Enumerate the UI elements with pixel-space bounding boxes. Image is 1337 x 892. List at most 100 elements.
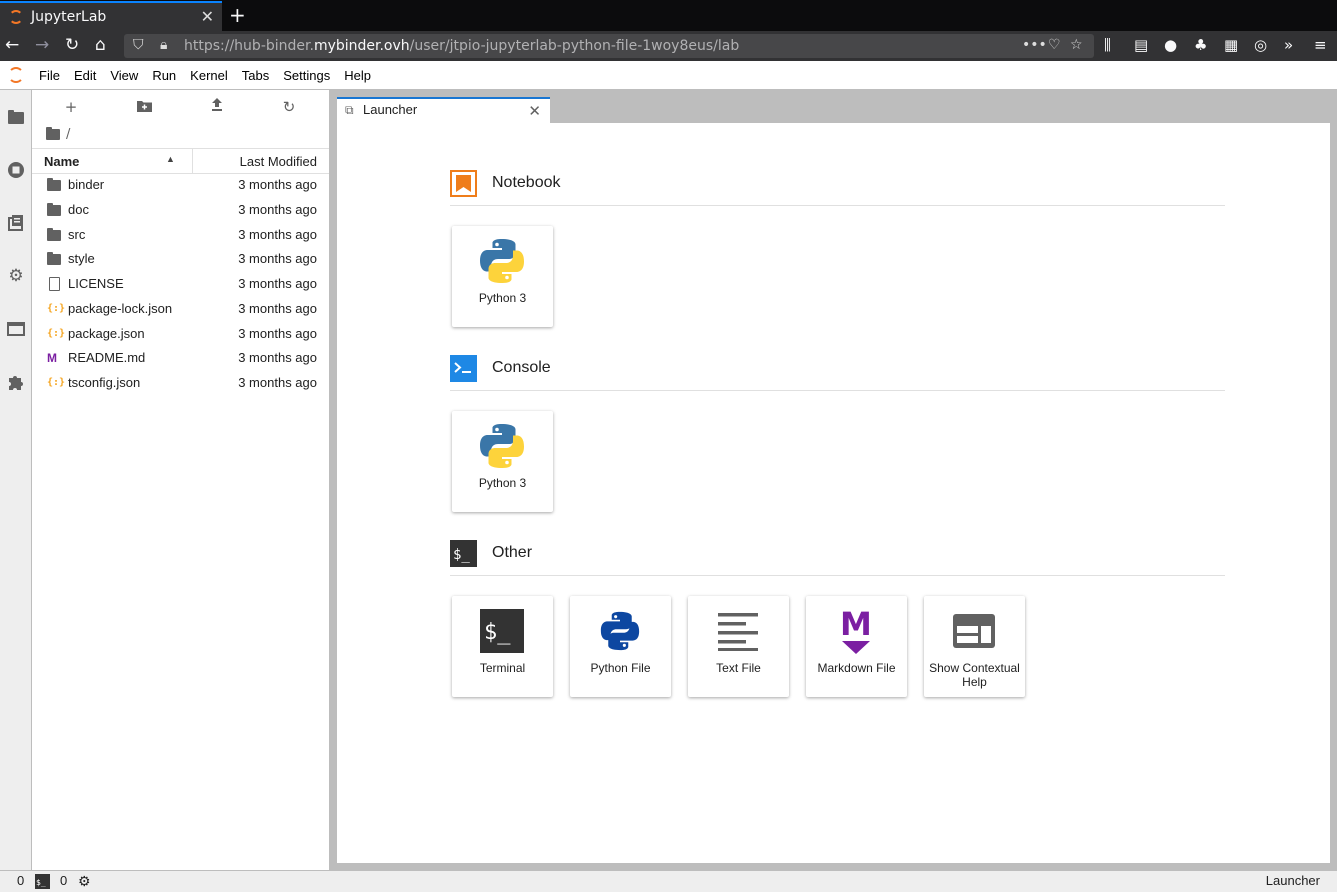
extension-manager-puzzle-icon[interactable]: [6, 372, 26, 392]
forward-arrow-icon[interactable]: →: [35, 35, 49, 55]
url-bar[interactable]: ⛉ 🔒︎ https://hub-binder.mybinder.ovh/use…: [124, 34, 1094, 58]
text-file-icon: [713, 606, 763, 656]
new-launcher-plus-icon[interactable]: +: [61, 98, 81, 116]
status-bar: 0 $_ 0 ⚙ Launcher: [0, 870, 1337, 892]
home-folder-icon[interactable]: [46, 127, 60, 140]
refresh-icon[interactable]: ↻: [279, 98, 299, 116]
page-actions-icon[interactable]: •••: [1022, 37, 1047, 53]
hamburger-menu-icon[interactable]: ≡: [1314, 36, 1327, 54]
menu-settings[interactable]: Settings: [276, 68, 337, 83]
file-row[interactable]: src 3 months ago: [32, 223, 329, 247]
terminal-section-icon: $_: [450, 540, 477, 567]
file-browser-panel: + ↻ / Name ▲ Last Modified binder 3 mont…: [32, 90, 329, 870]
file-modified: 3 months ago: [238, 202, 317, 217]
browser-tab-title: JupyterLab: [31, 9, 107, 25]
menu-run[interactable]: Run: [145, 68, 183, 83]
notebook-section-header: Notebook: [450, 166, 1225, 206]
menu-file[interactable]: File: [32, 68, 67, 83]
file-row[interactable]: M README.md 3 months ago: [32, 346, 329, 370]
menu-kernel[interactable]: Kernel: [183, 68, 235, 83]
file-row[interactable]: style 3 months ago: [32, 247, 329, 271]
jupyter-favicon-icon: [9, 10, 23, 24]
jupyter-logo-icon: [0, 61, 32, 89]
svg-text:$_: $_: [36, 878, 46, 887]
sort-ascending-icon[interactable]: ▲: [166, 154, 175, 164]
column-divider[interactable]: [192, 149, 193, 174]
file-modified: 3 months ago: [238, 227, 317, 242]
file-name: README.md: [68, 350, 146, 365]
column-modified-header[interactable]: Last Modified: [240, 154, 317, 169]
menu-tabs[interactable]: Tabs: [235, 68, 276, 83]
extension-gnome-icon[interactable]: ♣: [1194, 36, 1207, 54]
card-label: Text File: [716, 661, 761, 675]
extension-color-icon[interactable]: ◎: [1254, 36, 1267, 54]
file-row[interactable]: {:} package.json 3 months ago: [32, 322, 329, 346]
launcher-card-text-file[interactable]: Text File: [688, 596, 789, 697]
commands-palette-icon[interactable]: [6, 213, 26, 233]
running-kernels-icon[interactable]: [6, 160, 26, 180]
sidebar-icon[interactable]: ▤: [1134, 36, 1148, 54]
file-name: package-lock.json: [68, 301, 173, 316]
property-inspector-gears-icon[interactable]: ⚙: [6, 266, 26, 286]
file-row[interactable]: {:} package-lock.json 3 months ago: [32, 297, 329, 321]
kernels-count[interactable]: 0: [17, 873, 24, 888]
menu-view[interactable]: View: [103, 68, 145, 83]
json-file-icon: {:}: [47, 377, 66, 388]
back-arrow-icon[interactable]: ←: [5, 35, 19, 55]
launcher-card-markdown-file[interactable]: M Markdown File: [806, 596, 907, 697]
close-tab-icon[interactable]: ✕: [201, 7, 214, 26]
home-icon[interactable]: ⌂: [95, 35, 106, 55]
file-name: src: [68, 227, 86, 242]
bookmark-star-icon[interactable]: ☆: [1070, 37, 1083, 53]
panel-splitter[interactable]: [329, 90, 337, 870]
launcher-panel: Notebook Python 3 Console Python 3 $_ Ot…: [337, 123, 1330, 863]
extension-grid-icon[interactable]: ▦: [1224, 36, 1238, 54]
new-tab-icon[interactable]: +: [229, 3, 246, 27]
svg-text:$_: $_: [484, 620, 511, 645]
terminals-count[interactable]: 0: [60, 873, 67, 888]
column-name-header[interactable]: Name: [44, 154, 79, 169]
file-browser-folder-icon[interactable]: [6, 107, 26, 127]
upload-icon[interactable]: [207, 98, 227, 116]
lock-icon: 🔒︎: [160, 37, 168, 53]
overflow-menu-icon[interactable]: »: [1284, 36, 1293, 54]
json-file-icon: {:}: [47, 328, 66, 339]
file-name: package.json: [68, 326, 145, 341]
other-section: $_ Other: [450, 536, 1225, 576]
pocket-icon[interactable]: ♡: [1048, 37, 1061, 53]
console-icon: [450, 355, 477, 382]
file-name: LICENSE: [68, 276, 124, 291]
open-tabs-icon[interactable]: [6, 319, 26, 339]
launcher-card-notebook-python3[interactable]: Python 3: [452, 226, 553, 327]
python-logo-icon: [477, 236, 527, 286]
menu-edit[interactable]: Edit: [67, 68, 103, 83]
launcher-card-python-file[interactable]: Python File: [570, 596, 671, 697]
launcher-card-console-python3[interactable]: Python 3: [452, 411, 553, 512]
new-folder-icon[interactable]: [134, 98, 154, 116]
file-row[interactable]: LICENSE 3 months ago: [32, 272, 329, 296]
launcher-card-terminal[interactable]: $_ Terminal: [452, 596, 553, 697]
menu-help[interactable]: Help: [337, 68, 378, 83]
file-row[interactable]: {:} tsconfig.json 3 months ago: [32, 371, 329, 395]
shield-icon[interactable]: ⛉: [133, 37, 144, 53]
close-tab-icon[interactable]: ✕: [528, 102, 541, 120]
launcher-card-contextual-help[interactable]: Show Contextual Help: [924, 596, 1025, 697]
breadcrumb-path[interactable]: /: [66, 127, 70, 142]
card-label: Python 3: [478, 291, 527, 305]
terminal-status-icon[interactable]: $_: [35, 874, 50, 892]
left-sidebar: ⚙: [0, 90, 32, 870]
notebook-icon: [450, 170, 477, 197]
file-row[interactable]: binder 3 months ago: [32, 173, 329, 197]
reload-icon[interactable]: ↻: [65, 35, 79, 55]
svg-text:M: M: [840, 607, 872, 643]
kernel-status-chip-icon[interactable]: ⚙: [78, 873, 91, 890]
file-row[interactable]: doc 3 months ago: [32, 198, 329, 222]
card-label: Python File: [590, 661, 651, 675]
browser-tab[interactable]: JupyterLab ✕: [0, 1, 222, 31]
library-icon[interactable]: ⫼: [1104, 36, 1111, 54]
tab-launcher[interactable]: ⧉ Launcher ✕: [337, 97, 550, 123]
json-file-icon: {:}: [47, 303, 66, 314]
account-icon[interactable]: ●: [1164, 36, 1177, 54]
other-section-title: Other: [492, 544, 533, 561]
url-text[interactable]: https://hub-binder.mybinder.ovh/user/jtp…: [184, 38, 739, 54]
